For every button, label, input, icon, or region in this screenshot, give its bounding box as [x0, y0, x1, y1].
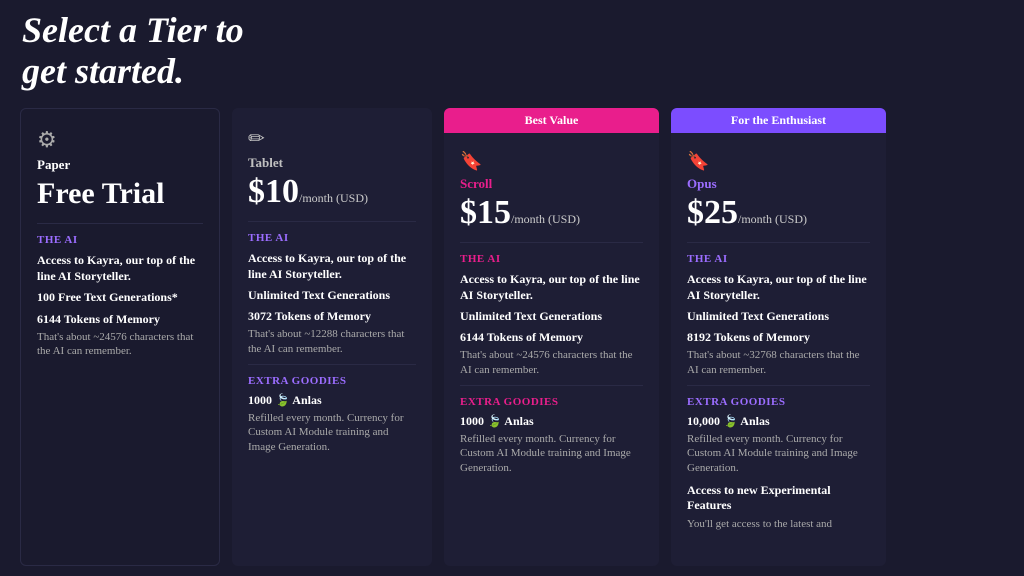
tablet-price: $10 [248, 173, 299, 210]
scroll-ai-label: The AI [460, 253, 643, 265]
scroll-card[interactable]: 🔖 Scroll $15/month (USD) The AI Access t… [444, 133, 659, 566]
tablet-ai-desc: Access to Kayra, our top of the line AI … [248, 250, 416, 282]
scroll-feature1: Unlimited Text Generations [460, 309, 643, 324]
tablet-anlas-sub: Refilled every month. Currency for Custo… [248, 411, 416, 454]
opus-experimental-sub: You'll get access to the latest and [687, 517, 870, 531]
scroll-card-wrapper: Best Value 🔖 Scroll $15/month (USD) The … [444, 108, 659, 566]
scroll-anlas-sub: Refilled every month. Currency for Custo… [460, 432, 643, 475]
scroll-feature2-sub: That's about ~24576 characters that the … [460, 348, 643, 377]
tablet-feature1: Unlimited Text Generations [248, 288, 416, 303]
paper-feature2-sub: That's about ~24576 characters that the … [37, 330, 203, 359]
opus-extras-label: Extra Goodies [687, 396, 870, 408]
header-title: Select a Tier to get started. [22, 10, 302, 93]
opus-feature2-sub: That's about ~32768 characters that the … [687, 348, 870, 377]
tablet-ai-label: The AI [248, 232, 416, 244]
opus-feature2: 8192 Tokens of Memory [687, 330, 870, 345]
title-line2: get started. [22, 51, 184, 91]
tablet-icon: ✏ [248, 126, 416, 151]
paper-icon: ⚙ [37, 127, 203, 153]
tablet-feature2-sub: That's about ~12288 characters that the … [248, 327, 416, 356]
opus-card[interactable]: 🔖 Opus $25/month (USD) The AI Access to … [671, 133, 886, 566]
scroll-extras-label: Extra Goodies [460, 396, 643, 408]
paper-feature1: 100 Free Text Generations* [37, 290, 203, 306]
title-line1: Select a Tier to [22, 10, 244, 50]
paper-name: Paper [37, 157, 203, 173]
paper-ai-desc: Access to Kayra, our top of the line AI … [37, 252, 203, 284]
opus-ai-desc: Access to Kayra, our top of the line AI … [687, 271, 870, 303]
tablet-feature2: 3072 Tokens of Memory [248, 309, 416, 324]
tablet-period: /month (USD) [299, 191, 368, 205]
scroll-period: /month (USD) [511, 212, 580, 226]
opus-feature1: Unlimited Text Generations [687, 309, 870, 324]
scroll-icon: 🔖 [460, 151, 643, 172]
opus-price-row: $25/month (USD) [687, 194, 870, 232]
scroll-feature2: 6144 Tokens of Memory [460, 330, 643, 345]
scroll-name: Scroll [460, 176, 643, 192]
opus-period: /month (USD) [738, 212, 807, 226]
opus-name: Opus [687, 176, 870, 192]
opus-price: $25 [687, 194, 738, 231]
scroll-ai-desc: Access to Kayra, our top of the line AI … [460, 271, 643, 303]
scroll-price-row: $15/month (USD) [460, 194, 643, 232]
opus-anlas: 10,000 🍃 Anlas [687, 414, 870, 429]
tablet-extras-label: Extra Goodies [248, 375, 416, 387]
paper-the-ai-label: The AI [37, 234, 203, 246]
opus-card-wrapper: For the Enthusiast 🔖 Opus $25/month (USD… [671, 108, 886, 566]
opus-ai-label: The AI [687, 253, 870, 265]
opus-experimental-label: Access to new Experimental Features [687, 483, 870, 514]
tablet-price-row: $10/month (USD) [248, 173, 416, 211]
opus-anlas-sub: Refilled every month. Currency for Custo… [687, 432, 870, 475]
scroll-price: $15 [460, 194, 511, 231]
scroll-anlas: 1000 🍃 Anlas [460, 414, 643, 429]
opus-enthusiast-badge: For the Enthusiast [671, 108, 886, 133]
paper-feature2: 6144 Tokens of Memory [37, 312, 203, 327]
scroll-best-value-badge: Best Value [444, 108, 659, 133]
tablet-card[interactable]: ✏ Tablet $10/month (USD) The AI Access t… [232, 108, 432, 566]
opus-icon: 🔖 [687, 151, 870, 172]
paper-card[interactable]: ⚙ Paper Free Trial The AI Access to Kayr… [20, 108, 220, 566]
tablet-name: Tablet [248, 155, 416, 171]
paper-price: Free Trial [37, 177, 203, 211]
tablet-anlas: 1000 🍃 Anlas [248, 393, 416, 408]
